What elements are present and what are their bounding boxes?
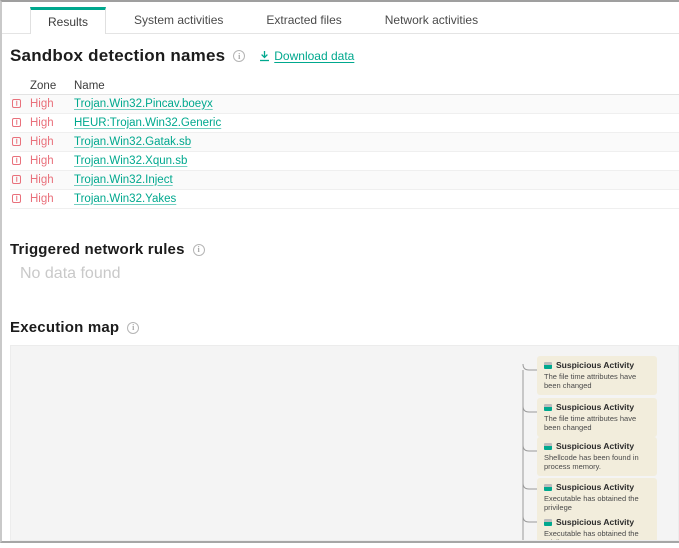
zone-label: High [30, 193, 54, 205]
download-label: Download data [274, 49, 354, 63]
high-zone-alert-icon [12, 175, 21, 184]
name-cell: Trojan.Win32.Pincav.boeyx [74, 94, 679, 113]
detections-header: Sandbox detection names i Download data [10, 46, 354, 66]
column-icon-spacer [10, 78, 30, 94]
name-cell: Trojan.Win32.Inject [74, 170, 679, 189]
column-zone: Zone [30, 78, 74, 94]
detection-name-link[interactable]: Trojan.Win32.Inject [74, 174, 173, 186]
tab-results[interactable]: Results [30, 7, 106, 34]
tab-network-activities[interactable]: Network activities [370, 7, 493, 33]
info-icon[interactable]: i [193, 244, 205, 256]
zone-cell: High [30, 151, 74, 170]
detection-name-link[interactable]: Trojan.Win32.Yakes [74, 193, 176, 205]
execution-map-canvas[interactable]: Suspicious Activity The file time attribu… [10, 345, 679, 541]
name-cell: HEUR:Trojan.Win32.Generic [74, 113, 679, 132]
map-node-header: Suspicious Activity [544, 517, 650, 527]
map-node-description: Executable has obtained the privilege [544, 529, 650, 541]
zone-cell: High [30, 94, 74, 113]
detection-name-link[interactable]: HEUR:Trojan.Win32.Generic [74, 117, 221, 129]
name-cell: Trojan.Win32.Yakes [74, 189, 679, 208]
zone-label: High [30, 155, 54, 167]
high-zone-alert-icon [12, 118, 21, 127]
zone-cell-icon [10, 151, 30, 170]
info-icon[interactable]: i [127, 322, 139, 334]
report-tabbar: Results System activities Extracted files N… [2, 7, 679, 34]
map-node-suspicious-activity[interactable]: Suspicious Activity The file time attribu… [537, 398, 657, 437]
high-zone-alert-icon [12, 194, 21, 203]
activity-level-icon [544, 404, 552, 411]
activity-level-icon [544, 362, 552, 369]
network-rules-header: Triggered network rules i [10, 241, 205, 258]
map-node-suspicious-activity[interactable]: Suspicious Activity The file time attribu… [537, 356, 657, 395]
table-row: High Trojan.Win32.Xqun.sb [10, 151, 679, 170]
name-cell: Trojan.Win32.Xqun.sb [74, 151, 679, 170]
map-node-title: Suspicious Activity [556, 402, 634, 412]
map-node-header: Suspicious Activity [544, 402, 650, 412]
zone-label: High [30, 117, 54, 129]
map-node-suspicious-activity[interactable]: Suspicious Activity Executable has obtain… [537, 513, 657, 541]
zone-cell: High [30, 189, 74, 208]
map-node-title: Suspicious Activity [556, 441, 634, 451]
execution-map-title: Execution map [10, 319, 119, 336]
tab-system-activities[interactable]: System activities [119, 7, 238, 33]
detection-name-link[interactable]: Trojan.Win32.Gatak.sb [74, 136, 191, 148]
zone-cell: High [30, 132, 74, 151]
zone-label: High [30, 174, 54, 186]
zone-cell-icon [10, 170, 30, 189]
zone-label: High [30, 136, 54, 148]
high-zone-alert-icon [12, 99, 21, 108]
map-node-title: Suspicious Activity [556, 360, 634, 370]
table-row: High Trojan.Win32.Yakes [10, 189, 679, 208]
map-node-description: Shellcode has been found in process memo… [544, 453, 650, 471]
download-icon [259, 50, 270, 62]
high-zone-alert-icon [12, 156, 21, 165]
network-rules-title: Triggered network rules [10, 241, 185, 258]
sandbox-report-page: Results System activities Extracted files N… [0, 0, 679, 543]
detections-table: Zone Name HighTrojan.Win32.Pincav.boeyxH… [10, 78, 679, 209]
map-node-description: The file time attributes have been chang… [544, 372, 650, 390]
no-data-text: No data found [20, 265, 121, 283]
map-node-description: Executable has obtained the privilege [544, 494, 650, 512]
detections-title: Sandbox detection names [10, 46, 225, 66]
zone-label: High [30, 98, 54, 110]
map-node-title: Suspicious Activity [556, 517, 634, 527]
map-node-header: Suspicious Activity [544, 482, 650, 492]
map-node-suspicious-activity[interactable]: Suspicious Activity Executable has obtain… [537, 478, 657, 517]
detection-name-link[interactable]: Trojan.Win32.Xqun.sb [74, 155, 187, 167]
map-node-suspicious-activity[interactable]: Suspicious Activity Shellcode has been fo… [537, 437, 657, 476]
tab-extracted-files[interactable]: Extracted files [251, 7, 356, 33]
activity-level-icon [544, 519, 552, 526]
map-node-header: Suspicious Activity [544, 441, 650, 451]
name-cell: Trojan.Win32.Gatak.sb [74, 132, 679, 151]
table-row: High Trojan.Win32.Inject [10, 170, 679, 189]
zone-cell-icon [10, 132, 30, 151]
zone-cell: High [30, 113, 74, 132]
zone-cell-icon [10, 189, 30, 208]
table-row: High HEUR:Trojan.Win32.Generic [10, 113, 679, 132]
activity-level-icon [544, 443, 552, 450]
execution-map-header: Execution map i [10, 319, 139, 336]
download-data-link[interactable]: Download data [259, 49, 354, 63]
table-row: High Trojan.Win32.Pincav.boeyx [10, 94, 679, 113]
map-node-title: Suspicious Activity [556, 482, 634, 492]
detection-name-link[interactable]: Trojan.Win32.Pincav.boeyx [74, 98, 213, 110]
info-icon[interactable]: i [233, 50, 245, 62]
zone-cell-icon [10, 94, 30, 113]
table-header-row: Zone Name [10, 78, 679, 94]
map-node-header: Suspicious Activity [544, 360, 650, 370]
activity-level-icon [544, 484, 552, 491]
high-zone-alert-icon [12, 137, 21, 146]
zone-cell-icon [10, 113, 30, 132]
column-name: Name [74, 78, 679, 94]
map-node-description: The file time attributes have been chang… [544, 414, 650, 432]
zone-cell: High [30, 170, 74, 189]
table-row: High Trojan.Win32.Gatak.sb [10, 132, 679, 151]
